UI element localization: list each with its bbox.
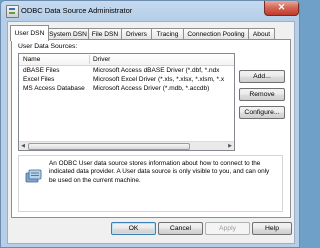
info-description: An ODBC User data source stores informat…	[49, 160, 270, 184]
window-title: ODBC Data Source Administrator	[21, 6, 133, 15]
dsn-driver: Microsoft Excel Driver (*.xls, *.xlsx, *…	[93, 76, 225, 83]
add-button[interactable]: Add...	[239, 70, 285, 83]
remove-button[interactable]: Remove	[239, 88, 285, 101]
list-item[interactable]: Excel Files Microsoft Excel Driver (*.xl…	[19, 75, 234, 84]
configure-button[interactable]: Configure...	[239, 106, 285, 119]
odbc-window: ODBC Data Source Administrator ✕ User DS…	[0, 0, 300, 248]
data-sources-list[interactable]: Name Driver dBASE Files Microsoft Access…	[18, 53, 235, 151]
list-item[interactable]: dBASE Files Microsoft Access dBASE Drive…	[19, 66, 234, 75]
column-header-name[interactable]: Name	[23, 55, 40, 64]
ok-button[interactable]: OK	[111, 222, 156, 235]
close-button[interactable]: ✕	[264, 1, 299, 16]
scroll-thumb[interactable]	[28, 143, 190, 150]
info-box: An ODBC User data source stores informat…	[18, 155, 283, 212]
dsn-name: dBASE Files	[23, 67, 60, 74]
dsn-name: MS Access Database	[23, 85, 85, 92]
scroll-right-icon[interactable]: ▶	[226, 142, 234, 150]
dsn-driver: Microsoft Access Driver (*.mdb, *.accdb)	[93, 85, 210, 92]
user-data-sources-label: User Data Sources:	[18, 43, 78, 50]
help-button[interactable]: Help	[252, 222, 292, 235]
list-header: Name Driver	[19, 54, 234, 66]
cancel-button[interactable]: Cancel	[158, 222, 203, 235]
data-source-icon	[25, 169, 42, 183]
column-divider[interactable]	[89, 55, 90, 64]
column-header-driver[interactable]: Driver	[93, 55, 110, 64]
list-item[interactable]: MS Access Database Microsoft Access Driv…	[19, 84, 234, 93]
dialog-body: User DSN System DSN File DSN Drivers Tra…	[7, 21, 295, 244]
tab-user-dsn[interactable]: User DSN	[10, 25, 49, 41]
apply-button[interactable]: Apply	[205, 222, 250, 235]
horizontal-scrollbar[interactable]: ◀ ▶	[19, 141, 234, 150]
scroll-left-icon[interactable]: ◀	[19, 142, 27, 150]
dsn-name: Excel Files	[23, 76, 55, 83]
odbc-app-icon	[6, 5, 19, 18]
tab-strip: User DSN System DSN File DSN Drivers Tra…	[10, 25, 292, 41]
user-dsn-panel: User Data Sources: Name Driver dBASE Fil…	[11, 39, 291, 218]
title-bar[interactable]: ODBC Data Source Administrator ✕	[1, 1, 299, 21]
dsn-driver: Microsoft Access dBASE Driver (*.dbf, *.…	[93, 67, 220, 74]
